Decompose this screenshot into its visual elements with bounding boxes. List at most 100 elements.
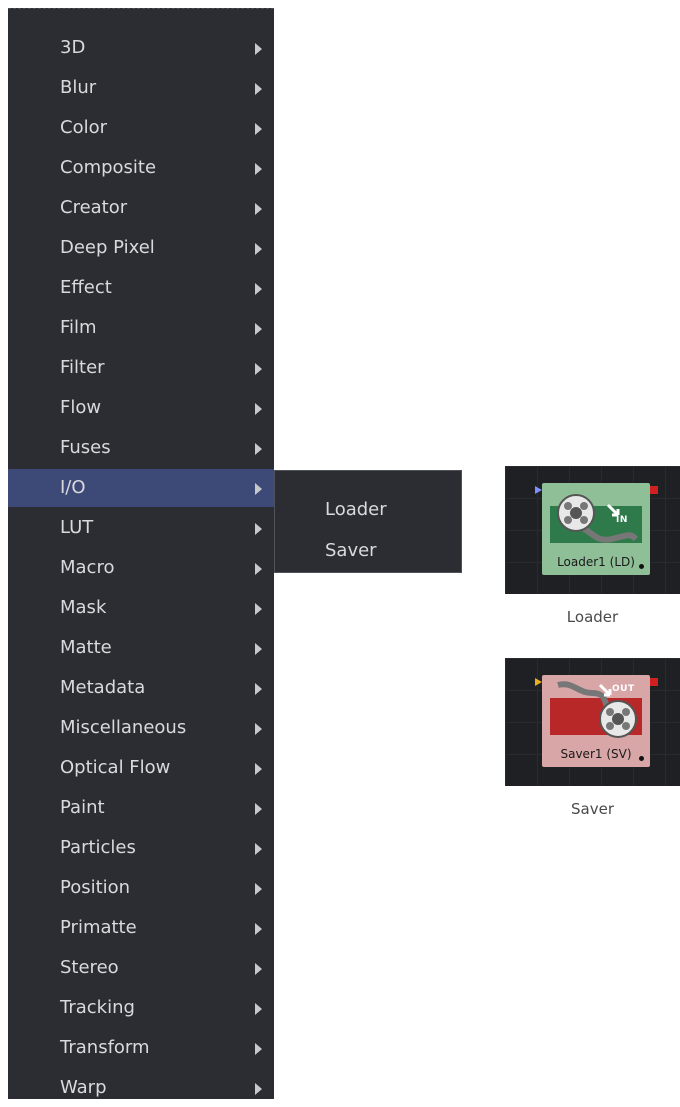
saver-caption: Saver: [571, 800, 614, 818]
submenu-arrow-icon: [255, 523, 262, 535]
menu-item-label: Stereo: [60, 957, 119, 978]
menu-item-deep-pixel[interactable]: Deep Pixel: [8, 229, 274, 267]
saver-node[interactable]: OUT Saver1 (SV): [542, 675, 650, 767]
menu-item-matte[interactable]: Matte: [8, 629, 274, 667]
submenu-arrow-icon: [255, 603, 262, 615]
node-label: Loader1 (LD): [557, 555, 635, 569]
context-menu: 3D Blur Color Composite Creator Deep Pix…: [8, 8, 274, 1099]
submenu-arrow-icon: [255, 643, 262, 655]
submenu-arrow-icon: [255, 43, 262, 55]
menu-item-label: Optical Flow: [60, 757, 171, 778]
menu-item-transform[interactable]: Transform: [8, 1029, 274, 1067]
menu-item-miscellaneous[interactable]: Miscellaneous: [8, 709, 274, 747]
submenu-arrow-icon: [255, 283, 262, 295]
io-badge: IN: [616, 515, 628, 525]
menu-item-warp[interactable]: Warp: [8, 1069, 274, 1100]
submenu-arrow-icon: [255, 363, 262, 375]
input-pin-icon[interactable]: [535, 678, 542, 686]
node-label: Saver1 (SV): [560, 747, 632, 761]
menu-item-label: Paint: [60, 797, 105, 818]
io-submenu: Loader Saver: [274, 470, 462, 573]
menu-item-3d[interactable]: 3D: [8, 29, 274, 67]
submenu-arrow-icon: [255, 1083, 262, 1095]
menu-item-metadata[interactable]: Metadata: [8, 669, 274, 707]
submenu-arrow-icon: [255, 323, 262, 335]
submenu-arrow-icon: [255, 163, 262, 175]
menu-item-blur[interactable]: Blur: [8, 69, 274, 107]
node-status-dot: [639, 756, 644, 761]
menu-item-filter[interactable]: Filter: [8, 349, 274, 387]
menu-item-lut[interactable]: LUT: [8, 509, 274, 547]
menu-item-label: Fuses: [60, 437, 111, 458]
menu-item-label: Filter: [60, 357, 105, 378]
output-pin-icon[interactable]: [650, 486, 658, 494]
submenu-arrow-icon: [255, 1003, 262, 1015]
menu-item-optical-flow[interactable]: Optical Flow: [8, 749, 274, 787]
menu-item-label: I/O: [60, 477, 86, 498]
submenu-arrow-icon: [255, 763, 262, 775]
submenu-arrow-icon: [255, 443, 262, 455]
menu-item-effect[interactable]: Effect: [8, 269, 274, 307]
submenu-arrow-icon: [255, 243, 262, 255]
menu-item-label: Creator: [60, 197, 128, 218]
submenu-arrow-icon: [255, 723, 262, 735]
menu-item-io[interactable]: I/O: [8, 469, 274, 507]
menu-item-label: Position: [60, 877, 131, 898]
menu-item-label: Miscellaneous: [60, 717, 187, 738]
submenu-arrow-icon: [255, 883, 262, 895]
menu-item-label: 3D: [60, 37, 86, 58]
node-status-dot: [639, 564, 644, 569]
submenu-arrow-icon: [255, 203, 262, 215]
submenu-item-saver[interactable]: Saver: [325, 540, 377, 562]
film-reel-icon: [557, 494, 639, 543]
menu-item-label: Macro: [60, 557, 115, 578]
menu-item-primatte[interactable]: Primatte: [8, 909, 274, 947]
menu-item-label: Color: [60, 117, 107, 138]
menu-item-label: Transform: [60, 1037, 150, 1058]
menu-item-label: LUT: [60, 517, 94, 538]
menu-item-macro[interactable]: Macro: [8, 549, 274, 587]
submenu-arrow-icon: [255, 683, 262, 695]
submenu-arrow-icon: [255, 123, 262, 135]
menu-item-fuses[interactable]: Fuses: [8, 429, 274, 467]
input-pin-icon[interactable]: [535, 486, 542, 494]
submenu-arrow-icon: [255, 803, 262, 815]
menu-item-label: Deep Pixel: [60, 237, 155, 258]
submenu-item-loader[interactable]: Loader: [325, 499, 387, 521]
menu-item-color[interactable]: Color: [8, 109, 274, 147]
saver-node-preview: OUT Saver1 (SV): [505, 658, 680, 786]
menu-item-label: Particles: [60, 837, 136, 858]
menu-item-label: Tracking: [60, 997, 135, 1018]
output-pin-icon[interactable]: [650, 678, 658, 686]
menu-item-label: Film: [60, 317, 97, 338]
menu-item-label: Blur: [60, 77, 97, 98]
menu-item-film[interactable]: Film: [8, 309, 274, 347]
menu-item-particles[interactable]: Particles: [8, 829, 274, 867]
menu-item-label: Warp: [60, 1077, 107, 1098]
submenu-arrow-icon: [255, 483, 262, 495]
menu-item-stereo[interactable]: Stereo: [8, 949, 274, 987]
submenu-arrow-icon: [255, 923, 262, 935]
menu-item-label: Matte: [60, 637, 112, 658]
menu-item-paint[interactable]: Paint: [8, 789, 274, 827]
submenu-arrow-icon: [255, 403, 262, 415]
menu-item-composite[interactable]: Composite: [8, 149, 274, 187]
menu-item-label: Composite: [60, 157, 157, 178]
loader-caption: Loader: [566, 608, 619, 626]
submenu-arrow-icon: [255, 83, 262, 95]
menu-item-creator[interactable]: Creator: [8, 189, 274, 227]
menu-item-tracking[interactable]: Tracking: [8, 989, 274, 1027]
submenu-arrow-icon: [255, 963, 262, 975]
menu-item-label: Flow: [60, 397, 102, 418]
submenu-arrow-icon: [255, 1043, 262, 1055]
menu-item-label: Effect: [60, 277, 112, 298]
menu-item-label: Primatte: [60, 917, 137, 938]
io-badge: OUT: [612, 684, 635, 694]
menu-item-label: Mask: [60, 597, 107, 618]
submenu-arrow-icon: [255, 843, 262, 855]
submenu-arrow-icon: [255, 563, 262, 575]
menu-item-position[interactable]: Position: [8, 869, 274, 907]
loader-node[interactable]: IN Loader1 (LD): [542, 483, 650, 575]
menu-item-mask[interactable]: Mask: [8, 589, 274, 627]
menu-item-flow[interactable]: Flow: [8, 389, 274, 427]
